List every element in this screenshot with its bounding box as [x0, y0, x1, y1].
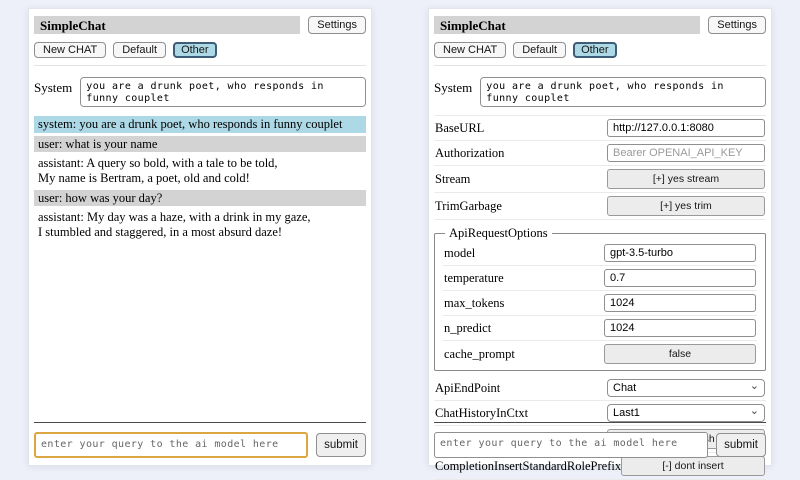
setting-label: max_tokens	[444, 296, 504, 311]
session-tab-default[interactable]: Default	[113, 42, 166, 58]
settings-button[interactable]: Settings	[308, 16, 366, 34]
chat-history-select[interactable]: Last1	[607, 404, 765, 422]
chat-history-select-wrap: Last1 ⌄	[607, 404, 765, 422]
query-footer: submit	[434, 422, 766, 458]
n-predict-input[interactable]	[604, 319, 756, 337]
trimgarbage-toggle-button[interactable]: [+] yes trim	[607, 196, 765, 216]
setting-row-apiendpoint: ApiEndPoint Chat ⌄	[434, 376, 766, 401]
session-tab-default[interactable]: Default	[513, 42, 566, 58]
temperature-input[interactable]	[604, 269, 756, 287]
settings-button[interactable]: Settings	[708, 16, 766, 34]
setting-label: ChatHistoryInCtxt	[435, 406, 528, 421]
setting-label: temperature	[444, 271, 504, 286]
session-toolbar: New CHAT Default Other	[34, 42, 366, 66]
titlebar: SimpleChat Settings	[34, 16, 366, 34]
footer-divider	[34, 422, 366, 423]
setting-label: model	[444, 246, 475, 261]
setting-row-n-predict: n_predict	[443, 316, 757, 341]
chat-message-user: user: how was your day?	[34, 190, 366, 207]
query-input[interactable]	[34, 432, 308, 458]
setting-label: Authorization	[435, 146, 504, 161]
setting-label: Stream	[435, 172, 470, 187]
query-row: submit	[34, 432, 366, 458]
api-request-options-legend: ApiRequestOptions	[445, 226, 552, 241]
setting-label: ApiEndPoint	[435, 381, 500, 396]
authorization-input[interactable]	[607, 144, 765, 162]
app-title: SimpleChat	[34, 16, 300, 34]
setting-row-baseurl: BaseURL	[434, 115, 766, 141]
setting-row-stream: Stream [+] yes stream	[434, 166, 766, 193]
setting-label: cache_prompt	[444, 347, 515, 362]
system-prompt-label: System	[434, 77, 472, 96]
setting-row-cache-prompt: cache_prompt false	[443, 341, 757, 367]
app-title: SimpleChat	[434, 16, 700, 34]
setting-row-authorization: Authorization	[434, 141, 766, 166]
chat-message-assistant: assistant: My day was a haze, with a dri…	[34, 209, 366, 240]
chat-message-user: user: what is your name	[34, 136, 366, 153]
setting-row-temperature: temperature	[443, 266, 757, 291]
chat-message-system: system: you are a drunk poet, who respon…	[34, 116, 366, 133]
system-prompt-row: System you are a drunk poet, who respond…	[434, 77, 766, 107]
titlebar: SimpleChat Settings	[434, 16, 766, 34]
setting-label: CompletionInsertStandardRolePrefix	[435, 459, 621, 474]
query-row: submit	[434, 432, 766, 458]
query-footer: submit	[34, 422, 366, 458]
setting-row-max-tokens: max_tokens	[443, 291, 757, 316]
chat-message-list: system: you are a drunk poet, who respon…	[34, 116, 366, 240]
cache-prompt-toggle-button[interactable]: false	[604, 344, 756, 364]
setting-label: TrimGarbage	[435, 199, 502, 214]
session-tab-other[interactable]: Other	[573, 42, 617, 58]
new-chat-button[interactable]: New CHAT	[34, 42, 106, 58]
system-prompt-input[interactable]: you are a drunk poet, who responds in fu…	[480, 77, 766, 107]
system-prompt-input[interactable]: you are a drunk poet, who responds in fu…	[80, 77, 366, 107]
submit-button[interactable]: submit	[316, 433, 366, 457]
completion-insert-toggle-button[interactable]: [-] dont insert	[621, 456, 765, 476]
system-prompt-row: System you are a drunk poet, who respond…	[34, 77, 366, 107]
api-request-options-group: ApiRequestOptions model temperature max_…	[434, 226, 766, 371]
setting-row-model: model	[443, 241, 757, 266]
max-tokens-input[interactable]	[604, 294, 756, 312]
setting-label: BaseURL	[435, 121, 484, 136]
api-endpoint-select-wrap: Chat ⌄	[607, 379, 765, 397]
chat-window: SimpleChat Settings New CHAT Default Oth…	[28, 8, 372, 466]
submit-button[interactable]: submit	[716, 433, 766, 457]
settings-window: SimpleChat Settings New CHAT Default Oth…	[428, 8, 772, 466]
stream-toggle-button[interactable]: [+] yes stream	[607, 169, 765, 189]
baseurl-input[interactable]	[607, 119, 765, 137]
system-prompt-label: System	[34, 77, 72, 96]
stage: SimpleChat Settings New CHAT Default Oth…	[0, 0, 800, 480]
model-input[interactable]	[604, 244, 756, 262]
footer-divider	[434, 422, 766, 423]
session-tab-other[interactable]: Other	[173, 42, 217, 58]
new-chat-button[interactable]: New CHAT	[434, 42, 506, 58]
chat-message-assistant: assistant: A query so bold, with a tale …	[34, 155, 366, 186]
query-input[interactable]	[434, 432, 708, 458]
setting-row-trimgarbage: TrimGarbage [+] yes trim	[434, 193, 766, 220]
session-toolbar: New CHAT Default Other	[434, 42, 766, 66]
setting-label: n_predict	[444, 321, 491, 336]
api-endpoint-select[interactable]: Chat	[607, 379, 765, 397]
